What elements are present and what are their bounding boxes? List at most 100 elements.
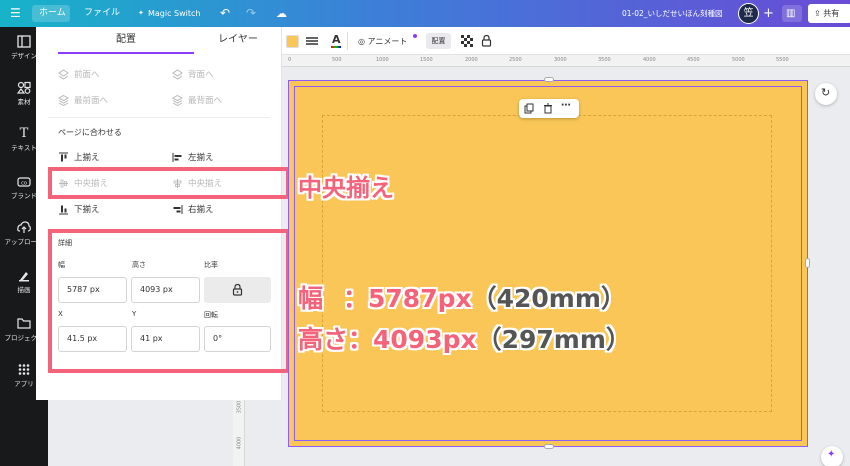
send-to-back-button[interactable]: 最背面へ	[172, 94, 222, 106]
ruler-tick: 3500	[236, 400, 243, 414]
ruler-tick: 2000	[465, 57, 478, 63]
hamburger-icon[interactable]: ☰	[10, 0, 21, 27]
top-bar: ☰ ホーム ファイル ✦ Magic Switch ↶ ↷ ☁ 01-02_いし…	[0, 0, 850, 27]
annotation-width-value: ：5787px	[343, 284, 472, 313]
more-options-icon[interactable]: ⋯	[561, 100, 571, 111]
undo-icon[interactable]: ↶	[220, 0, 230, 27]
resize-handle-bottom[interactable]	[544, 444, 554, 449]
align-left-icon	[172, 152, 182, 162]
animate-icon: ◎	[358, 37, 365, 46]
share-button[interactable]: ⇪ 共有	[808, 4, 850, 23]
ruler-tick: 4000	[236, 436, 243, 450]
home-button[interactable]: ホーム	[39, 0, 66, 27]
share-label: 共有	[823, 9, 840, 18]
annotation-width-label: 幅	[298, 284, 324, 313]
toolbar-divider	[347, 32, 348, 50]
ruler-tick: 4500	[687, 57, 700, 63]
ruler-tick: 2500	[509, 57, 522, 63]
svg-text:co: co	[21, 181, 27, 187]
text-color-icon[interactable]: A	[332, 33, 341, 46]
trash-icon[interactable]	[543, 103, 553, 114]
shapes-icon	[17, 81, 31, 94]
draw-icon	[19, 272, 29, 282]
position-button[interactable]: 配置	[426, 33, 451, 49]
align-bottom-button[interactable]: 下揃え	[58, 203, 100, 215]
align-top-button[interactable]: 上揃え	[58, 151, 100, 163]
ruler-tick: 4000	[643, 57, 656, 63]
ruler-tick: 5000	[732, 57, 745, 63]
send-backward-button[interactable]: 背面へ	[172, 68, 214, 80]
magic-switch-icon: ✦	[138, 9, 144, 17]
brand-icon: co	[17, 177, 31, 187]
align-left-label: 左揃え	[188, 153, 214, 163]
cloud-sync-icon[interactable]: ☁	[276, 0, 287, 27]
lock-element-icon[interactable]	[481, 34, 492, 47]
center-align-highlight	[48, 167, 290, 199]
detail-highlight	[48, 229, 290, 373]
rotate-view-button[interactable]: ↻	[815, 83, 837, 105]
left-ruler: 3500 4000	[233, 400, 245, 466]
resize-handle-top[interactable]	[544, 77, 554, 82]
send-backward-icon	[172, 68, 183, 80]
align-bottom-label: 下揃え	[74, 205, 100, 215]
ruler-tick: 0	[288, 57, 292, 63]
align-to-page-title: ページに合わせる	[58, 128, 122, 137]
border-style-icon[interactable]	[306, 36, 318, 46]
align-top-label: 上揃え	[74, 153, 100, 163]
send-backward-label: 背面へ	[188, 70, 214, 80]
file-menu[interactable]: ファイル	[84, 0, 120, 27]
text-icon: T	[19, 126, 29, 141]
resize-handle-right[interactable]	[805, 258, 810, 268]
align-right-button[interactable]: 右揃え	[172, 203, 214, 215]
duplicate-icon[interactable]	[524, 103, 534, 114]
tab-position[interactable]: 配置	[58, 27, 194, 53]
align-bottom-icon	[59, 205, 68, 214]
avatar[interactable]: 笠	[738, 3, 759, 24]
ruler-tick: 1000	[376, 57, 389, 63]
apps-icon	[18, 364, 30, 375]
annotation-height: 高さ：4093px（297mm）	[298, 320, 631, 356]
layout-icon	[17, 35, 31, 48]
align-left-button[interactable]: 左揃え	[172, 151, 214, 163]
refresh-icon: ↻	[821, 86, 831, 99]
color-swatch[interactable]	[286, 35, 299, 48]
transparency-icon[interactable]	[461, 35, 473, 47]
ruler-tick: 1500	[420, 57, 433, 63]
bar-chart-icon: ▥	[786, 8, 796, 19]
sparkle-icon: ✦	[827, 449, 836, 460]
element-toolbar: A ◎ アニメート 配置	[282, 27, 850, 55]
safe-area-guide	[322, 115, 772, 412]
add-collaborator-icon[interactable]: +	[763, 0, 774, 27]
ruler-tick: 5500	[776, 57, 789, 63]
divider	[48, 117, 270, 118]
align-right-label: 右揃え	[188, 205, 214, 215]
new-dot	[413, 34, 417, 38]
active-tab-indicator	[58, 52, 194, 54]
animate-button[interactable]: ◎ アニメート	[358, 36, 407, 47]
top-ruler: 0 500 1000 1500 2000 2500 3000 3500 4000…	[282, 55, 850, 67]
magic-switch-button[interactable]: Magic Switch	[148, 0, 201, 27]
bring-forward-icon	[58, 68, 69, 80]
send-to-back-icon	[172, 94, 183, 106]
redo-icon[interactable]: ↷	[246, 0, 256, 27]
text-color-bar	[331, 46, 341, 48]
annotation-width: 幅 ：5787px（420mm）	[298, 279, 626, 315]
document-title[interactable]: 01-02_いしだせいほん刻種図	[622, 0, 723, 27]
annotation-height-value: ：4093px	[348, 325, 477, 354]
annotation-height-mm: （297mm）	[476, 325, 631, 354]
annotation-center-align: 中央揃え	[298, 174, 394, 202]
align-right-icon	[173, 204, 183, 214]
animate-label: アニメート	[367, 37, 408, 46]
ruler-tick: 3500	[598, 57, 611, 63]
magic-assistant-button[interactable]: ✦	[821, 446, 843, 466]
bring-to-front-button[interactable]: 最前面へ	[58, 94, 108, 106]
ruler-tick: 500	[332, 57, 342, 63]
bring-forward-label: 前面へ	[74, 70, 100, 80]
bring-to-front-icon	[58, 94, 69, 106]
bring-to-front-label: 最前面へ	[74, 96, 109, 106]
tab-layers[interactable]: レイヤー	[194, 27, 282, 53]
send-to-back-label: 最背面へ	[188, 96, 223, 106]
element-context-menu: ⋯	[519, 99, 579, 118]
bring-forward-button[interactable]: 前面へ	[58, 68, 100, 80]
share-icon: ⇪	[814, 9, 821, 18]
